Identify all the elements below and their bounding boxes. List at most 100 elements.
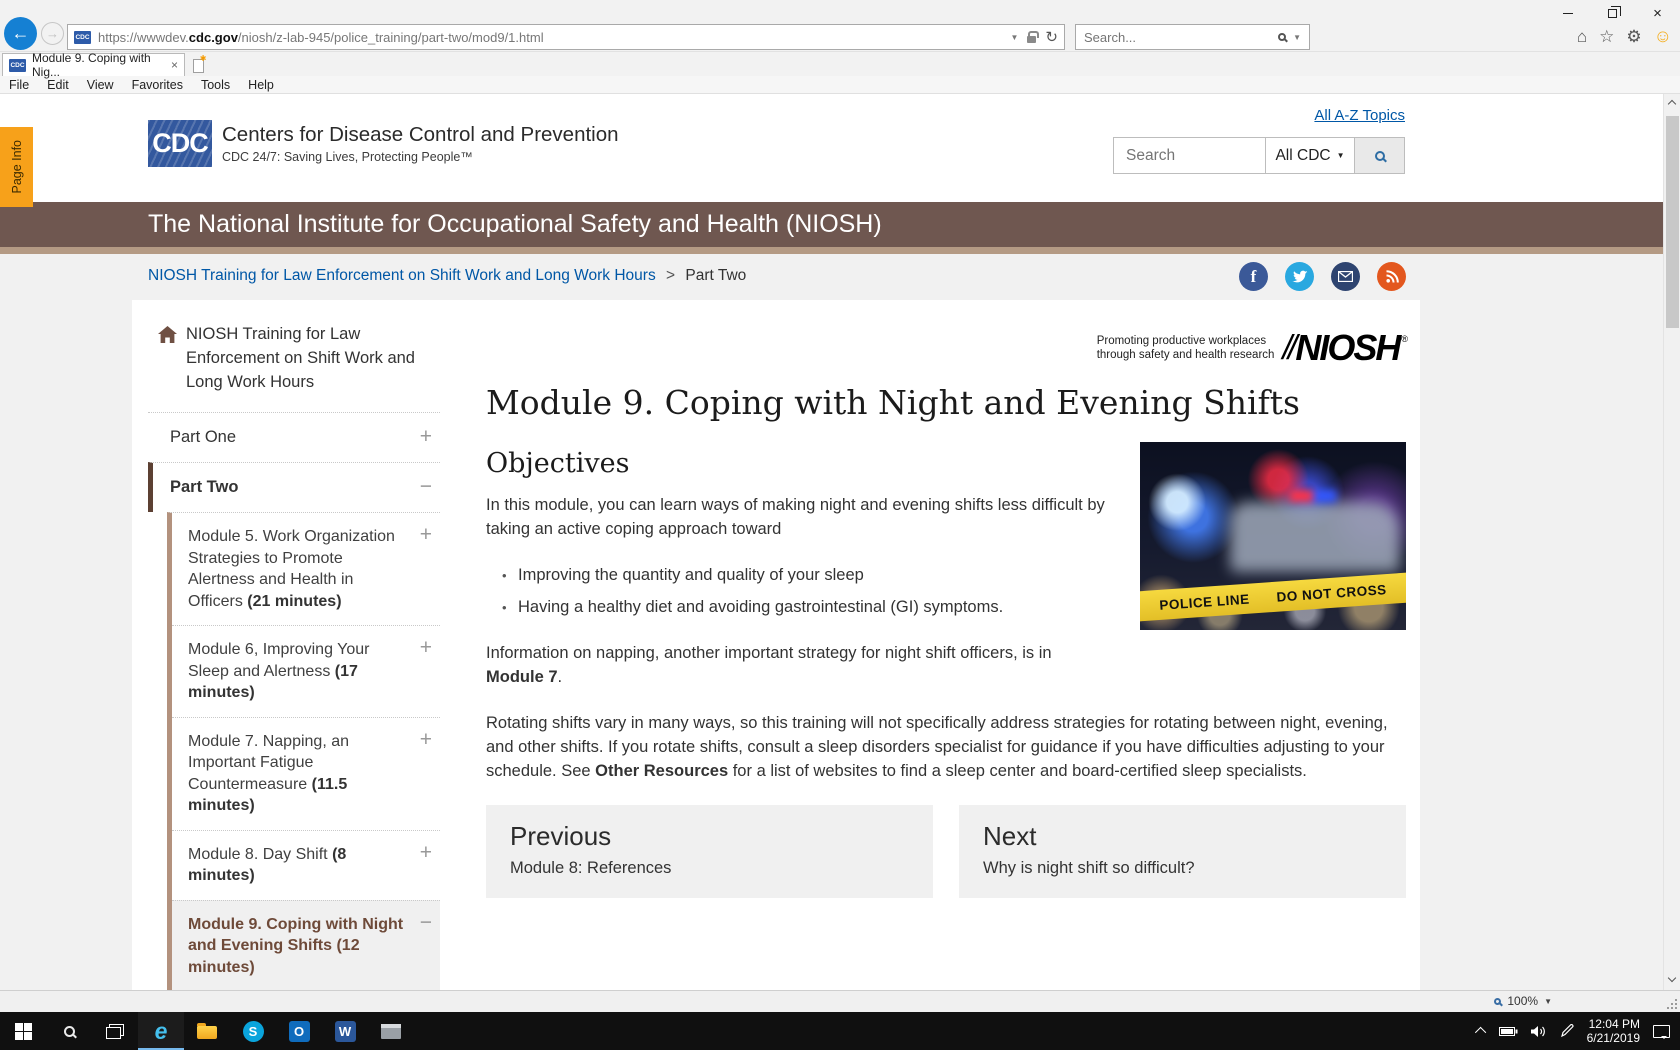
search-icon — [63, 1025, 75, 1037]
content-card: NIOSH Training for Law Enforcement on Sh… — [132, 300, 1420, 990]
module-7-reference: Module 7 — [486, 668, 558, 686]
sidebar-item-part-one[interactable]: Part One + — [148, 412, 440, 462]
collapse-icon[interactable]: − — [420, 912, 432, 933]
zoom-caret-icon[interactable]: ▼ — [1544, 997, 1552, 1006]
napping-paragraph: Information on napping, another importan… — [486, 644, 1052, 686]
cdc-logo[interactable]: CDC — [148, 120, 212, 167]
search-icon[interactable] — [1278, 33, 1287, 41]
expand-icon[interactable]: + — [420, 637, 432, 658]
previous-label: Previous — [510, 821, 612, 851]
address-bar[interactable]: CDC https://wwwdev.cdc.gov/niosh/z-lab-9… — [67, 24, 1065, 50]
taskbar-skype-icon[interactable]: S — [230, 1012, 276, 1050]
minimize-button[interactable] — [1545, 0, 1590, 26]
sidebar-item-module-8[interactable]: Module 8. Day Shift (8 minutes) + — [172, 829, 440, 900]
scroll-up-icon[interactable] — [1667, 99, 1677, 109]
page-title: Module 9. Coping with Night and Evening … — [486, 383, 1300, 422]
police-lightbar — [1290, 490, 1336, 502]
tab-title: Module 9. Coping with Nig... — [32, 51, 151, 79]
niosh-banner: The National Institute for Occupational … — [0, 202, 1680, 247]
browser-search-box[interactable]: ▼ — [1075, 24, 1310, 50]
sidebar-modules: Module 5. Work Organization Strategies t… — [167, 512, 440, 990]
tab-close-icon[interactable]: × — [171, 58, 178, 72]
taskbar-app-window-icon[interactable] — [368, 1012, 414, 1050]
email-icon[interactable] — [1331, 262, 1360, 291]
list-item: Having a healthy diet and avoiding gastr… — [500, 595, 1406, 620]
scrollbar-thumb[interactable] — [1666, 116, 1679, 328]
settings-gear-icon[interactable]: ⚙ — [1626, 27, 1641, 47]
search-dropdown-icon[interactable]: ▼ — [1293, 33, 1301, 42]
favorites-star-icon[interactable]: ☆ — [1599, 27, 1614, 47]
menu-help[interactable]: Help — [239, 78, 283, 92]
resize-grip[interactable] — [1667, 999, 1677, 1009]
tab-module9[interactable]: CDC Module 9. Coping with Nig... × — [2, 51, 185, 79]
taskbar-search-button[interactable] — [46, 1012, 92, 1050]
sidebar-home-label: NIOSH Training for Law Enforcement on Sh… — [186, 325, 415, 391]
menu-tools[interactable]: Tools — [192, 78, 239, 92]
taskbar-file-explorer-icon[interactable] — [184, 1012, 230, 1050]
zoom-control[interactable]: 100% ▼ — [1494, 994, 1552, 1008]
feedback-smiley-icon[interactable]: ☺ — [1654, 26, 1672, 47]
tab-row: CDC Module 9. Coping with Nig... × — [0, 51, 1680, 79]
action-center-icon[interactable] — [1653, 1024, 1670, 1039]
breadcrumb-row: NIOSH Training for Law Enforcement on Sh… — [0, 254, 1680, 300]
refresh-icon[interactable]: ↻ — [1045, 28, 1058, 46]
task-view-button[interactable] — [92, 1012, 138, 1050]
search-scope-dropdown[interactable]: All CDC ▼ — [1265, 137, 1355, 174]
tray-expand-icon[interactable] — [1474, 1026, 1486, 1039]
forward-button[interactable]: → — [41, 22, 64, 45]
url-dropdown-icon[interactable]: ▼ — [1011, 33, 1019, 42]
sidebar-item-module-7[interactable]: Module 7. Napping, an Important Fatigue … — [172, 716, 440, 830]
home-icon[interactable]: ⌂ — [1577, 27, 1587, 47]
next-card[interactable]: Next Why is night shift so difficult? — [959, 805, 1406, 898]
expand-icon[interactable]: + — [420, 842, 432, 863]
scroll-down-icon[interactable] — [1667, 973, 1677, 983]
az-topics-link[interactable]: All A-Z Topics — [1314, 107, 1405, 124]
volume-icon[interactable] — [1530, 1025, 1547, 1038]
facebook-icon[interactable]: f — [1239, 262, 1268, 291]
menu-bar: File Edit View Favorites Tools Help — [0, 76, 1680, 94]
page-info-tab[interactable]: Page Info — [0, 127, 33, 207]
taskbar-ie-icon[interactable]: e — [138, 1012, 184, 1050]
taskbar: e S O W 12:04 PM 6/21/2019 — [0, 1012, 1680, 1050]
twitter-icon[interactable] — [1285, 262, 1314, 291]
collapse-icon[interactable]: − — [420, 476, 432, 497]
menu-favorites[interactable]: Favorites — [123, 78, 192, 92]
sidebar-item-module-9[interactable]: Module 9. Coping with Night and Evening … — [172, 899, 440, 990]
browser-search-input[interactable] — [1084, 29, 1279, 45]
new-tab-icon — [192, 54, 207, 73]
previous-card[interactable]: Previous Module 8: References — [486, 805, 933, 898]
expand-icon[interactable]: + — [420, 426, 432, 447]
agency-name: Centers for Disease Control and Preventi… — [222, 123, 619, 146]
restore-button[interactable] — [1590, 0, 1635, 26]
taskbar-clock[interactable]: 12:04 PM 6/21/2019 — [1587, 1017, 1640, 1045]
sidebar-item-module-5[interactable]: Module 5. Work Organization Strategies t… — [172, 513, 440, 625]
menu-file[interactable]: File — [0, 78, 38, 92]
sidebar-item-module-6[interactable]: Module 6, Improving Your Sleep and Alert… — [172, 625, 440, 717]
vertical-scrollbar[interactable] — [1663, 94, 1680, 990]
search-submit-button[interactable] — [1355, 137, 1405, 174]
pen-icon[interactable] — [1560, 1024, 1574, 1038]
syndicate-icon[interactable] — [1377, 262, 1406, 291]
sidebar-item-part-two[interactable]: Part Two − — [148, 462, 440, 512]
back-button[interactable]: ← — [4, 17, 37, 50]
cdc-favicon: CDC — [74, 30, 91, 44]
close-button[interactable]: × — [1635, 0, 1680, 26]
sidebar-home-link[interactable]: NIOSH Training for Law Enforcement on Sh… — [148, 314, 440, 412]
banner-strip — [0, 247, 1680, 254]
breadcrumb-link-training[interactable]: NIOSH Training for Law Enforcement on Sh… — [148, 267, 656, 284]
battery-icon[interactable] — [1498, 1026, 1518, 1037]
expand-icon[interactable]: + — [420, 524, 432, 545]
menu-view[interactable]: View — [78, 78, 123, 92]
site-search-input[interactable] — [1113, 137, 1265, 174]
new-tab-button[interactable] — [185, 54, 211, 76]
taskbar-word-icon[interactable]: W — [322, 1012, 368, 1050]
browser-chrome: ← → CDC https://wwwdev.cdc.gov/niosh/z-l… — [0, 0, 1680, 52]
taskbar-outlook-icon[interactable]: O — [276, 1012, 322, 1050]
zoom-icon — [1494, 997, 1502, 1005]
expand-icon[interactable]: + — [420, 729, 432, 750]
breadcrumb-separator: > — [666, 267, 676, 284]
next-target: Why is night shift so difficult? — [983, 859, 1195, 877]
menu-edit[interactable]: Edit — [38, 78, 78, 92]
start-button[interactable] — [0, 1012, 46, 1050]
police-car — [1230, 502, 1400, 572]
